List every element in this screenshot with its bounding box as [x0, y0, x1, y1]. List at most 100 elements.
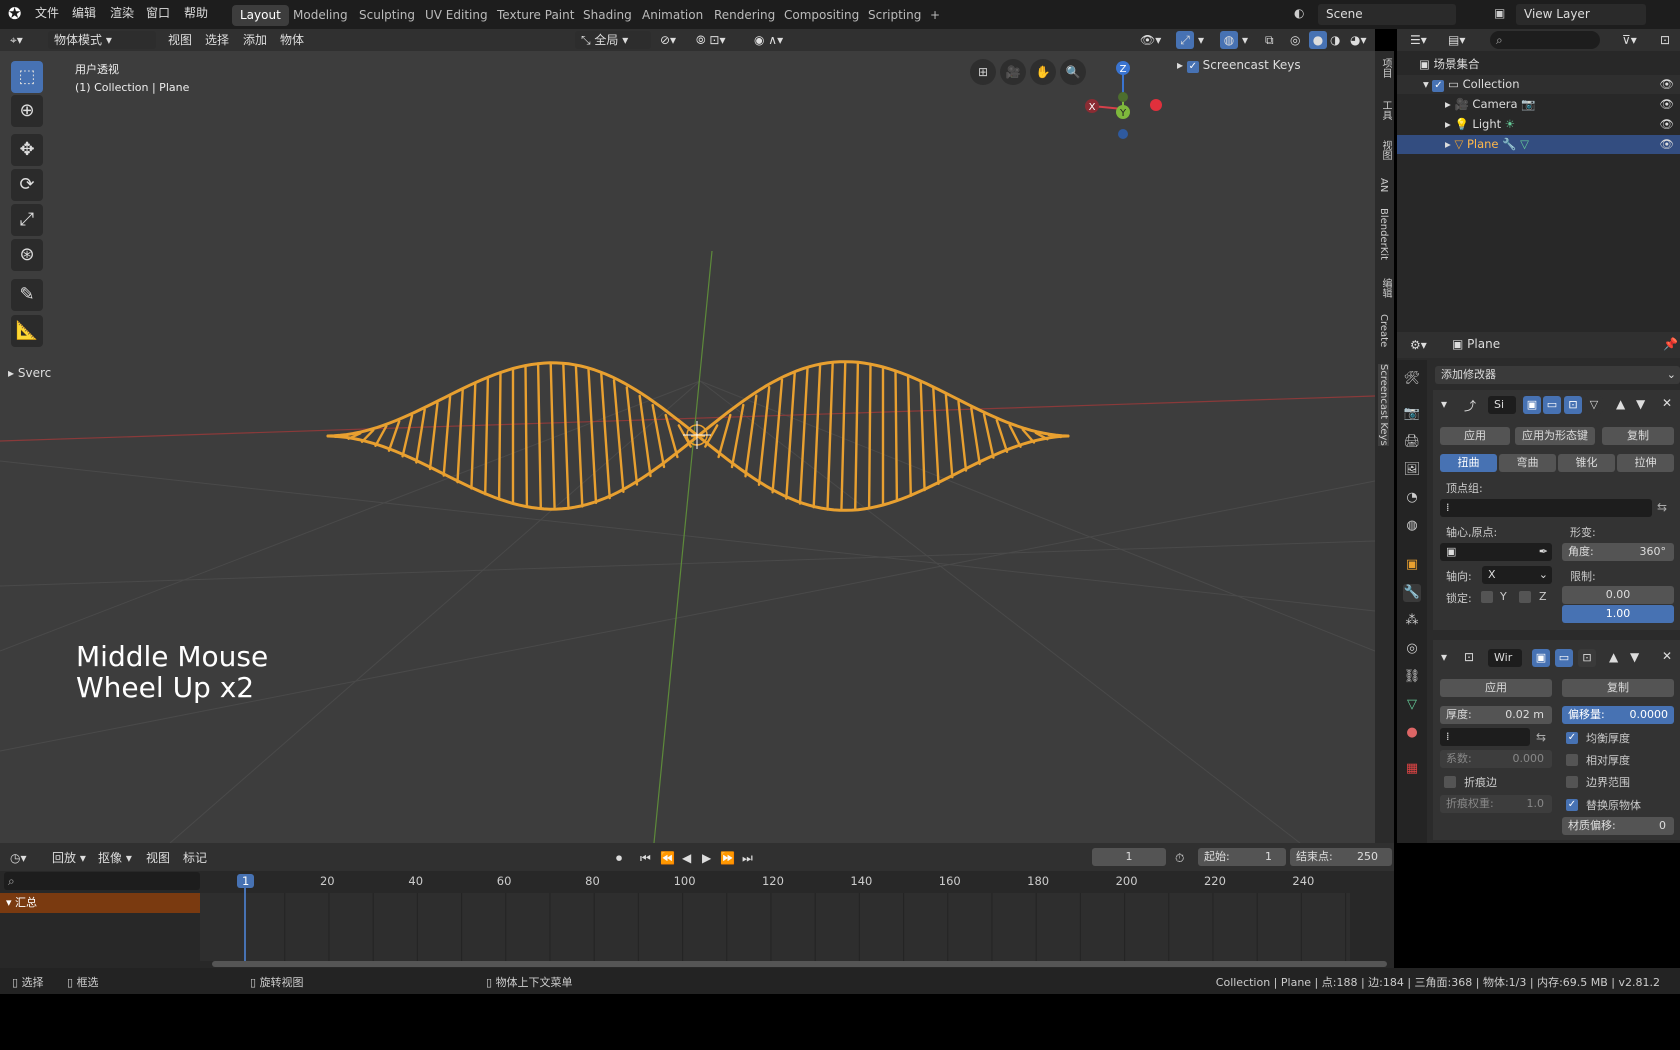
twisted-wireframe-plane[interactable]: [326, 360, 1070, 512]
tool-settings-icon[interactable]: 🛠: [1403, 370, 1421, 388]
outliner-item-plane[interactable]: ▸ ▽ Plane 🔧 ▽ 👁: [1397, 135, 1680, 154]
scene-icon[interactable]: ◐: [1294, 6, 1304, 20]
menu-edit[interactable]: 编辑: [72, 0, 96, 29]
method-stretch-button[interactable]: 拉伸: [1617, 454, 1674, 472]
wireframe-name[interactable]: Wir: [1488, 649, 1522, 667]
relative-thickness-checkbox[interactable]: [1566, 754, 1578, 766]
timeline-editor-icon[interactable]: ◷▾: [10, 849, 27, 867]
add-workspace-button[interactable]: +: [922, 5, 948, 26]
camera-view-icon[interactable]: 🎥: [1000, 59, 1026, 85]
wire-copy-button[interactable]: 复制: [1562, 679, 1674, 697]
cage-toggle-icon[interactable]: ▽: [1585, 396, 1603, 414]
particles-icon[interactable]: ⁂: [1403, 612, 1421, 630]
outliner-editor-icon[interactable]: ☰▾: [1410, 31, 1427, 49]
current-frame-field[interactable]: 1: [1092, 848, 1166, 866]
sidebar-tab-an[interactable]: AN: [1378, 178, 1389, 192]
crease-edges-checkbox[interactable]: [1444, 776, 1456, 788]
collapse-icon[interactable]: ▾: [1441, 650, 1447, 664]
jump-end-icon[interactable]: ⏭: [742, 849, 753, 867]
outliner-search[interactable]: ⌕: [1490, 31, 1600, 49]
blender-logo-icon[interactable]: ✪: [8, 0, 21, 29]
sverchok-panel[interactable]: ▸ Sverc: [8, 366, 51, 380]
tab-sculpting[interactable]: Sculpting: [351, 5, 423, 26]
shading-rendered-icon[interactable]: ◕▾: [1350, 31, 1367, 49]
play-reverse-icon[interactable]: ◀: [682, 849, 691, 867]
replace-original-checkbox[interactable]: ✓: [1566, 799, 1578, 811]
tab-animation[interactable]: Animation: [634, 5, 711, 26]
collection-checkbox[interactable]: ✓: [1432, 80, 1445, 92]
scene-selector[interactable]: Scene: [1318, 4, 1456, 25]
angle-field[interactable]: 角度: 360°: [1562, 543, 1674, 561]
move-down-icon[interactable]: ▼: [1630, 650, 1639, 664]
crease-weight-field[interactable]: 折痕权重: 1.0: [1440, 795, 1552, 813]
measure-tool[interactable]: 📐: [11, 315, 43, 347]
camera-visibility-icon[interactable]: 👁: [1659, 95, 1674, 114]
move-up-icon[interactable]: ▲: [1616, 397, 1625, 411]
tab-layout[interactable]: Layout: [232, 5, 289, 26]
sidebar-tab-create[interactable]: Create: [1378, 314, 1389, 347]
eyedropper-icon[interactable]: ✒: [1539, 543, 1548, 561]
timeline-menu-playback[interactable]: 回放 ▾: [52, 849, 86, 867]
viewport-menu-object[interactable]: 物体: [280, 31, 304, 49]
annotate-tool[interactable]: ✎: [11, 279, 43, 311]
mode-selector[interactable]: 物体模式 ▾: [48, 31, 156, 49]
simple-deform-name[interactable]: Si: [1488, 396, 1516, 414]
limit-min-field[interactable]: 0.00: [1562, 586, 1674, 604]
view-layer-icon[interactable]: ▣: [1494, 6, 1505, 20]
viewport-menu-select[interactable]: 选择: [205, 31, 229, 49]
timeline-menu-marker[interactable]: 标记: [183, 849, 207, 867]
apply-as-shapekey-button[interactable]: 应用为形态键: [1515, 427, 1595, 445]
next-keyframe-icon[interactable]: ⏩: [720, 849, 735, 867]
record-icon[interactable]: ⏺: [616, 849, 622, 867]
summary-channel[interactable]: ▾ 汇总: [0, 893, 200, 913]
outliner-item-light[interactable]: ▸ 💡 Light ☀ 👁: [1397, 115, 1680, 134]
material-offset-field[interactable]: 材质偏移: 0: [1562, 817, 1674, 835]
start-frame-field[interactable]: 起始: 1: [1198, 848, 1286, 866]
timeline-search[interactable]: ⌕: [4, 872, 200, 890]
lock-y-checkbox[interactable]: [1481, 591, 1493, 603]
timeline-menu-keying[interactable]: 抠像 ▾: [98, 849, 132, 867]
limit-max-field[interactable]: 1.00: [1562, 605, 1674, 623]
axis-dropdown[interactable]: X ⌄: [1482, 566, 1552, 584]
editor-type-icon[interactable]: ⌖▾: [10, 31, 23, 49]
render-icon[interactable]: 📷: [1403, 405, 1421, 423]
tab-modeling[interactable]: Modeling: [285, 5, 356, 26]
play-icon[interactable]: ▶: [702, 849, 711, 867]
physics-icon[interactable]: ◎: [1403, 640, 1421, 658]
remove-modifier-icon[interactable]: ✕: [1662, 396, 1672, 410]
shading-material-icon[interactable]: ◑: [1330, 31, 1340, 49]
outliner-scene-collection[interactable]: ▣ 场景集合: [1397, 55, 1680, 74]
light-visibility-icon[interactable]: 👁: [1659, 115, 1674, 134]
display-mode-icon[interactable]: ▤▾: [1448, 31, 1465, 49]
add-modifier-dropdown[interactable]: 添加修改器 ⌄: [1435, 366, 1680, 384]
method-twist-button[interactable]: 扭曲: [1440, 454, 1497, 472]
editmode-toggle-icon[interactable]: ▣: [1523, 396, 1541, 414]
copy-button[interactable]: 复制: [1602, 427, 1674, 445]
menu-render[interactable]: 渲染: [110, 0, 134, 29]
timeline-scrollbar[interactable]: [212, 961, 1387, 967]
visibility-icon[interactable]: 👁▾: [1140, 31, 1161, 49]
render-toggle-icon[interactable]: ⊡: [1564, 396, 1582, 414]
transform-tool[interactable]: ⊛: [11, 239, 43, 271]
overlay-toggle-icon[interactable]: ◍: [1220, 31, 1238, 49]
tab-compositing[interactable]: Compositing: [776, 5, 867, 26]
3d-viewport[interactable]: ⬚ ⊕ ✥ ⟳ ⤢ ⊛ ✎ 📐 用户透视 (1) Collection | Pl…: [0, 51, 1375, 843]
viewport-menu-add[interactable]: 添加: [243, 31, 267, 49]
mesh-data-props-icon[interactable]: ▽: [1403, 696, 1421, 714]
select-box-tool[interactable]: ⬚: [11, 61, 43, 93]
output-icon[interactable]: 🖨: [1403, 433, 1421, 451]
origin-field[interactable]: ▣ ✒: [1440, 543, 1552, 561]
wire-viewport-icon[interactable]: ▭: [1555, 649, 1573, 667]
new-collection-icon[interactable]: ⊡: [1660, 31, 1670, 49]
wire-vertex-group-field[interactable]: ⁞: [1440, 728, 1530, 746]
filter-icon[interactable]: ⊽▾: [1622, 31, 1637, 49]
even-thickness-checkbox[interactable]: ✓: [1566, 732, 1578, 744]
wire-apply-button[interactable]: 应用: [1440, 679, 1552, 697]
pivot-icon[interactable]: ⊘▾: [660, 31, 676, 49]
scale-tool[interactable]: ⤢: [11, 204, 43, 236]
end-frame-field[interactable]: 结束点: 250: [1290, 848, 1392, 866]
move-up-icon[interactable]: ▲: [1609, 650, 1618, 664]
invert-vertex-group-icon[interactable]: ⇆: [1657, 500, 1667, 514]
sidebar-tab-view[interactable]: 视图: [1378, 140, 1393, 160]
shading-wireframe-icon[interactable]: ◎: [1290, 31, 1300, 49]
